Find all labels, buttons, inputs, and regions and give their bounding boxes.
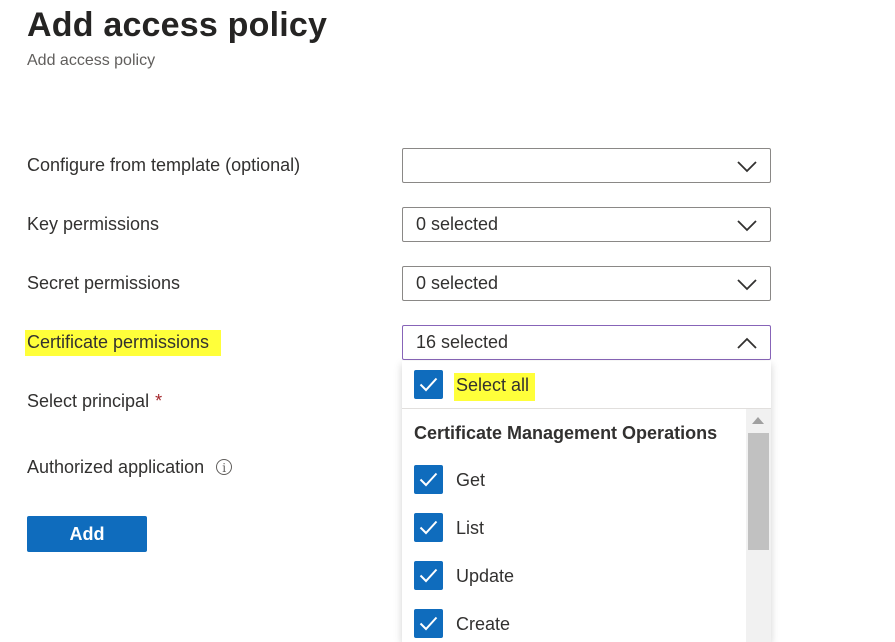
- template-label: Configure from template (optional): [27, 155, 301, 175]
- scrollbar[interactable]: [746, 409, 771, 642]
- option-list-label: List: [456, 518, 485, 538]
- checkmark-icon: [419, 568, 438, 583]
- chevron-down-icon: [737, 220, 757, 232]
- option-get-checkbox[interactable]: [414, 465, 443, 494]
- select-principal-label: Select principal *: [27, 391, 162, 412]
- secret-permissions-dropdown[interactable]: 0 selected: [402, 266, 771, 301]
- option-list-checkbox[interactable]: [414, 513, 443, 542]
- checkmark-icon: [419, 616, 438, 631]
- key-permissions-value: 0 selected: [416, 214, 499, 234]
- authorized-application-text: Authorized application: [27, 457, 205, 477]
- select-all-label: Select all: [454, 373, 536, 401]
- checkmark-icon: [419, 472, 438, 487]
- page-title: Add access policy: [27, 6, 328, 44]
- checkmark-icon: [419, 520, 438, 535]
- select-all-row[interactable]: Select all: [402, 361, 771, 409]
- secret-permissions-label: Secret permissions: [27, 273, 181, 293]
- key-permissions-dropdown[interactable]: 0 selected: [402, 207, 771, 242]
- key-permissions-label: Key permissions: [27, 214, 160, 234]
- certificate-permissions-panel: Select all Certificate Management Operat…: [402, 361, 771, 642]
- group-header: Certificate Management Operations: [414, 423, 718, 443]
- add-button[interactable]: Add: [27, 516, 147, 552]
- option-update-label: Update: [456, 566, 515, 586]
- required-indicator: *: [155, 391, 163, 411]
- page-subtitle: Add access policy: [27, 52, 156, 69]
- scrollbar-thumb[interactable]: [748, 433, 769, 550]
- select-all-label-text: Select all: [454, 373, 536, 401]
- certificate-permissions-value: 16 selected: [416, 332, 509, 352]
- template-dropdown[interactable]: [402, 148, 771, 183]
- info-icon[interactable]: i: [216, 459, 233, 475]
- secret-permissions-value: 0 selected: [416, 273, 499, 293]
- certificate-permissions-label-text: Certificate permissions: [25, 330, 222, 356]
- chevron-up-icon: [737, 337, 757, 349]
- checkmark-icon: [419, 377, 438, 392]
- authorized-application-label: Authorized application i: [27, 457, 233, 478]
- option-get-label: Get: [456, 470, 486, 490]
- chevron-down-icon: [737, 279, 757, 291]
- option-update-checkbox[interactable]: [414, 561, 443, 590]
- certificate-permissions-label: Certificate permissions: [25, 330, 222, 356]
- scroll-up-arrow-icon[interactable]: [752, 417, 764, 424]
- select-principal-text: Select principal: [27, 391, 150, 411]
- select-all-checkbox[interactable]: [414, 370, 443, 399]
- certificate-permissions-dropdown[interactable]: 16 selected: [402, 325, 771, 360]
- option-create-checkbox[interactable]: [414, 609, 443, 638]
- chevron-down-icon: [737, 161, 757, 173]
- option-create-label: Create: [456, 614, 511, 634]
